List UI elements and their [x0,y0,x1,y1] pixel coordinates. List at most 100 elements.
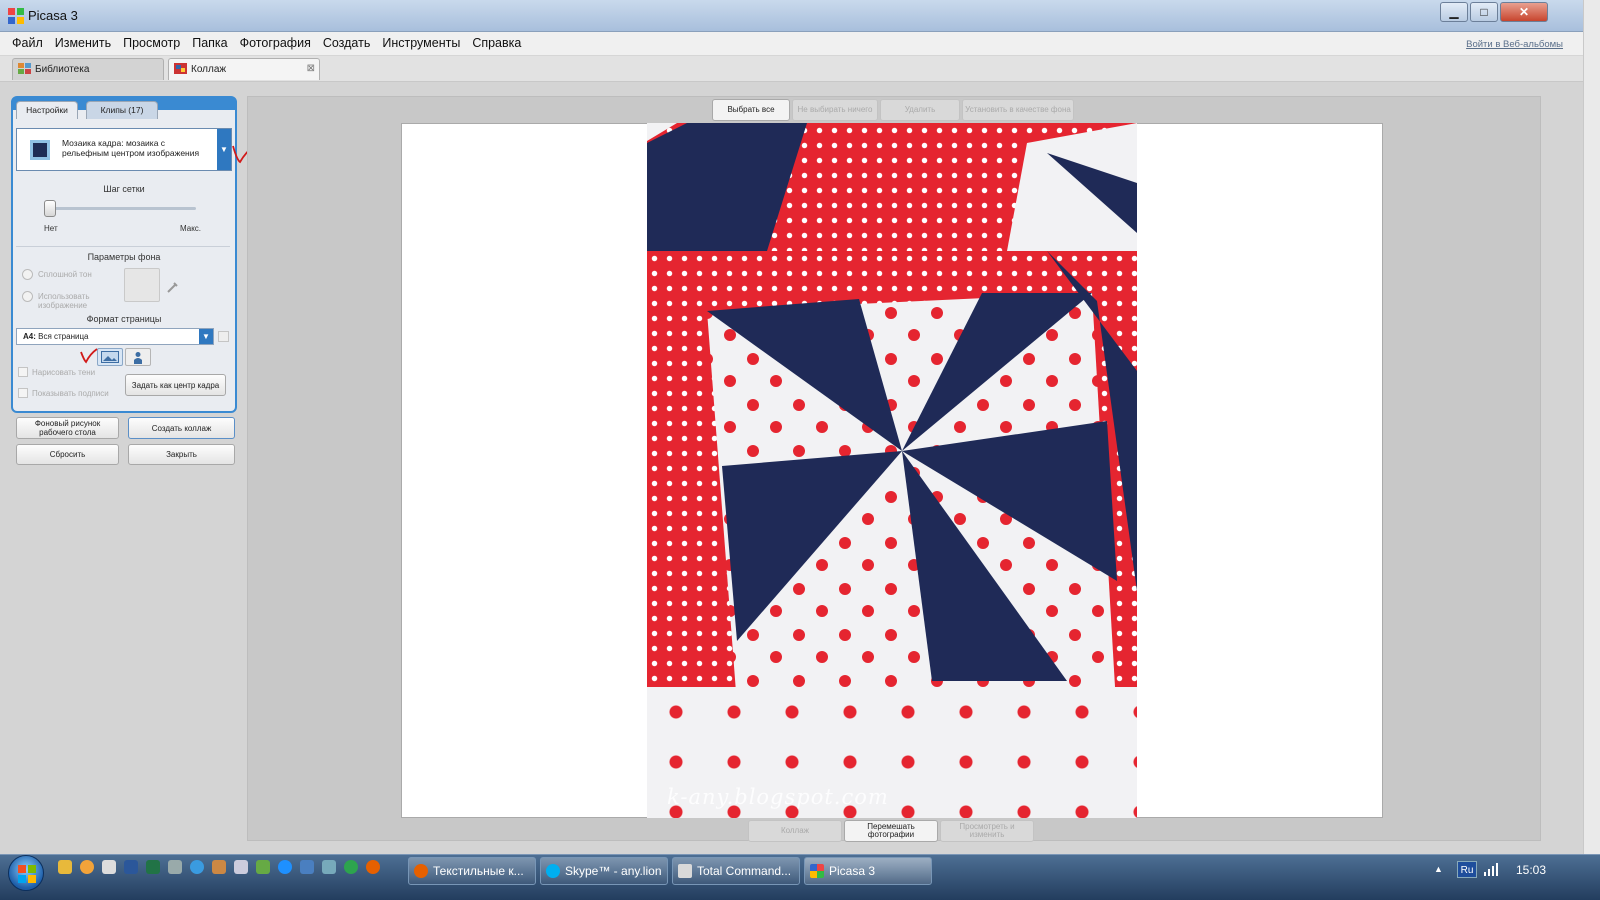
menu-photo[interactable]: Фотография [234,32,317,54]
grid-spacing-track[interactable] [48,207,196,210]
portrait-orientation-icon [134,351,142,364]
reset-button[interactable]: Сбросить [16,444,119,465]
folder-icon[interactable] [58,860,72,874]
signal-bars-icon[interactable] [1484,863,1498,876]
slider-max-label: Макс. [180,224,202,233]
page-format-select[interactable]: A4: Вся страница ▼ [16,328,214,345]
tab-settings[interactable]: Настройки [16,101,78,119]
excel-icon[interactable] [146,860,160,874]
collage-view-button[interactable]: Коллаж [748,820,842,842]
tab-clips[interactable]: Клипы (17) [86,101,158,119]
photo-watermark: k-any.blogspot.com [667,785,889,809]
menu-create[interactable]: Создать [317,32,377,54]
show-captions-label: Показывать подписи [32,389,109,398]
green-app-icon[interactable] [344,860,358,874]
select-none-button[interactable]: Не выбирать ничего [792,99,878,121]
menu-view[interactable]: Просмотр [117,32,186,54]
collage-mode-dropdown[interactable]: Мозаика кадра: мозаика с рельефным центр… [16,128,232,171]
create-collage-button[interactable]: Создать коллаж [128,417,235,439]
delete-button[interactable]: Удалить [880,99,960,121]
mosaic-frame-icon [30,140,50,160]
collage-photo[interactable]: k-any.blogspot.com [647,123,1137,818]
app-icon[interactable] [256,860,270,874]
firefox-icon[interactable] [366,860,380,874]
window-icon[interactable] [300,860,314,874]
desktop-wallpaper-button[interactable]: Фоновый рисунок рабочего стола [16,417,119,439]
taskbar-item-label: Total Command... [697,864,792,878]
page-format-value: Вся страница [38,332,89,341]
use-image-radio[interactable] [22,291,33,302]
total-commander-icon [678,864,692,878]
menu-help[interactable]: Справка [466,32,527,54]
page-format-title: Формат страницы [86,314,162,324]
settings-icon[interactable] [168,860,182,874]
maximize-button[interactable]: □ [1470,2,1498,22]
eyedropper-icon[interactable] [166,280,180,294]
taskbar-item-total-commander[interactable]: Total Command... [672,857,800,885]
skype-icon [546,864,560,878]
menu-file[interactable]: Файл [6,32,49,54]
close-button[interactable]: ✕ [1500,2,1548,22]
draw-shadows-checkbox[interactable] [18,367,28,377]
web-albums-login-link[interactable]: Войти в Веб-альбомы [1466,39,1563,50]
set-as-center-button[interactable]: Задать как центр кадра [125,374,226,396]
chevron-down-icon[interactable]: ▼ [217,129,231,170]
menu-tools[interactable]: Инструменты [376,32,466,54]
background-params-title: Параметры фона [87,252,161,262]
taskbar: Текстильные к... Skype™ - any.lion Total… [0,854,1600,900]
page-format-size: A4: [23,332,36,341]
taskbar-item-firefox[interactable]: Текстильные к... [408,857,536,885]
taskbar-item-picasa[interactable]: Picasa 3 [804,857,932,885]
select-all-button[interactable]: Выбрать все [712,99,790,121]
taskbar-item-label: Текстильные к... [433,864,524,878]
tray-expand-icon[interactable]: ▲ [1434,864,1443,874]
landscape-orientation-button[interactable] [97,348,123,366]
calendar-icon[interactable] [102,860,116,874]
close-collage-button[interactable]: Закрыть [128,444,235,465]
window-title: Picasa 3 [28,8,78,23]
ie-icon[interactable] [278,860,292,874]
network-icon[interactable] [322,860,336,874]
tab-collage[interactable]: Коллаж ⊠ [168,58,320,80]
shuffle-photos-button[interactable]: Перемешать фотографии [844,820,938,842]
show-captions-checkbox[interactable] [18,388,28,398]
language-indicator[interactable]: Ru [1457,861,1477,878]
picasa-logo-icon [8,8,24,24]
menu-folder[interactable]: Папка [186,32,233,54]
page-format-checkbox[interactable] [218,331,229,342]
review-edit-button[interactable]: Просмотреть и изменить [940,820,1034,842]
collage-icon [174,63,187,74]
chevron-down-icon[interactable]: ▼ [199,329,213,344]
menu-edit[interactable]: Изменить [49,32,117,54]
set-as-background-button[interactable]: Установить в качестве фона [962,99,1074,121]
tab-collage-label: Коллаж [191,64,227,75]
solid-color-radio[interactable] [22,269,33,280]
portrait-orientation-button[interactable] [125,348,151,366]
windows-start-orb-icon[interactable] [8,855,44,891]
tab-close-icon[interactable]: ⊠ [307,63,315,74]
vertical-scrollbar[interactable] [1583,0,1600,854]
library-grid-icon [18,63,31,74]
firefox-icon [414,864,428,878]
divider [16,246,230,247]
minimize-button[interactable]: ▁ [1440,2,1468,22]
menu-bar: Файл Изменить Просмотр Папка Фотография Созда… [0,32,1583,56]
solid-color-label: Сплошной тон [38,270,92,279]
taskbar-item-label: Picasa 3 [829,864,876,878]
word-icon[interactable] [124,860,138,874]
collage-mode-text: Мозаика кадра: мозаика с рельефным центр… [62,138,200,158]
grid-spacing-slider-thumb[interactable] [44,200,56,217]
browser-icon[interactable] [190,860,204,874]
pinwheel-block [707,251,1137,687]
chrome-like-icon[interactable] [80,860,94,874]
clock[interactable]: 15:03 [1516,863,1546,877]
use-image-label: Использовать изображение [38,292,90,310]
annotation-checkmark-2 [80,348,98,364]
grid-spacing-label: Шаг сетки [103,184,145,194]
background-color-swatch[interactable] [124,268,160,302]
taskbar-item-skype[interactable]: Skype™ - any.lion [540,857,668,885]
doc-icon[interactable] [234,860,248,874]
calc-icon[interactable] [212,860,226,874]
taskbar-item-label: Skype™ - any.lion [565,864,662,878]
tab-library[interactable]: Библиотека [12,58,164,80]
